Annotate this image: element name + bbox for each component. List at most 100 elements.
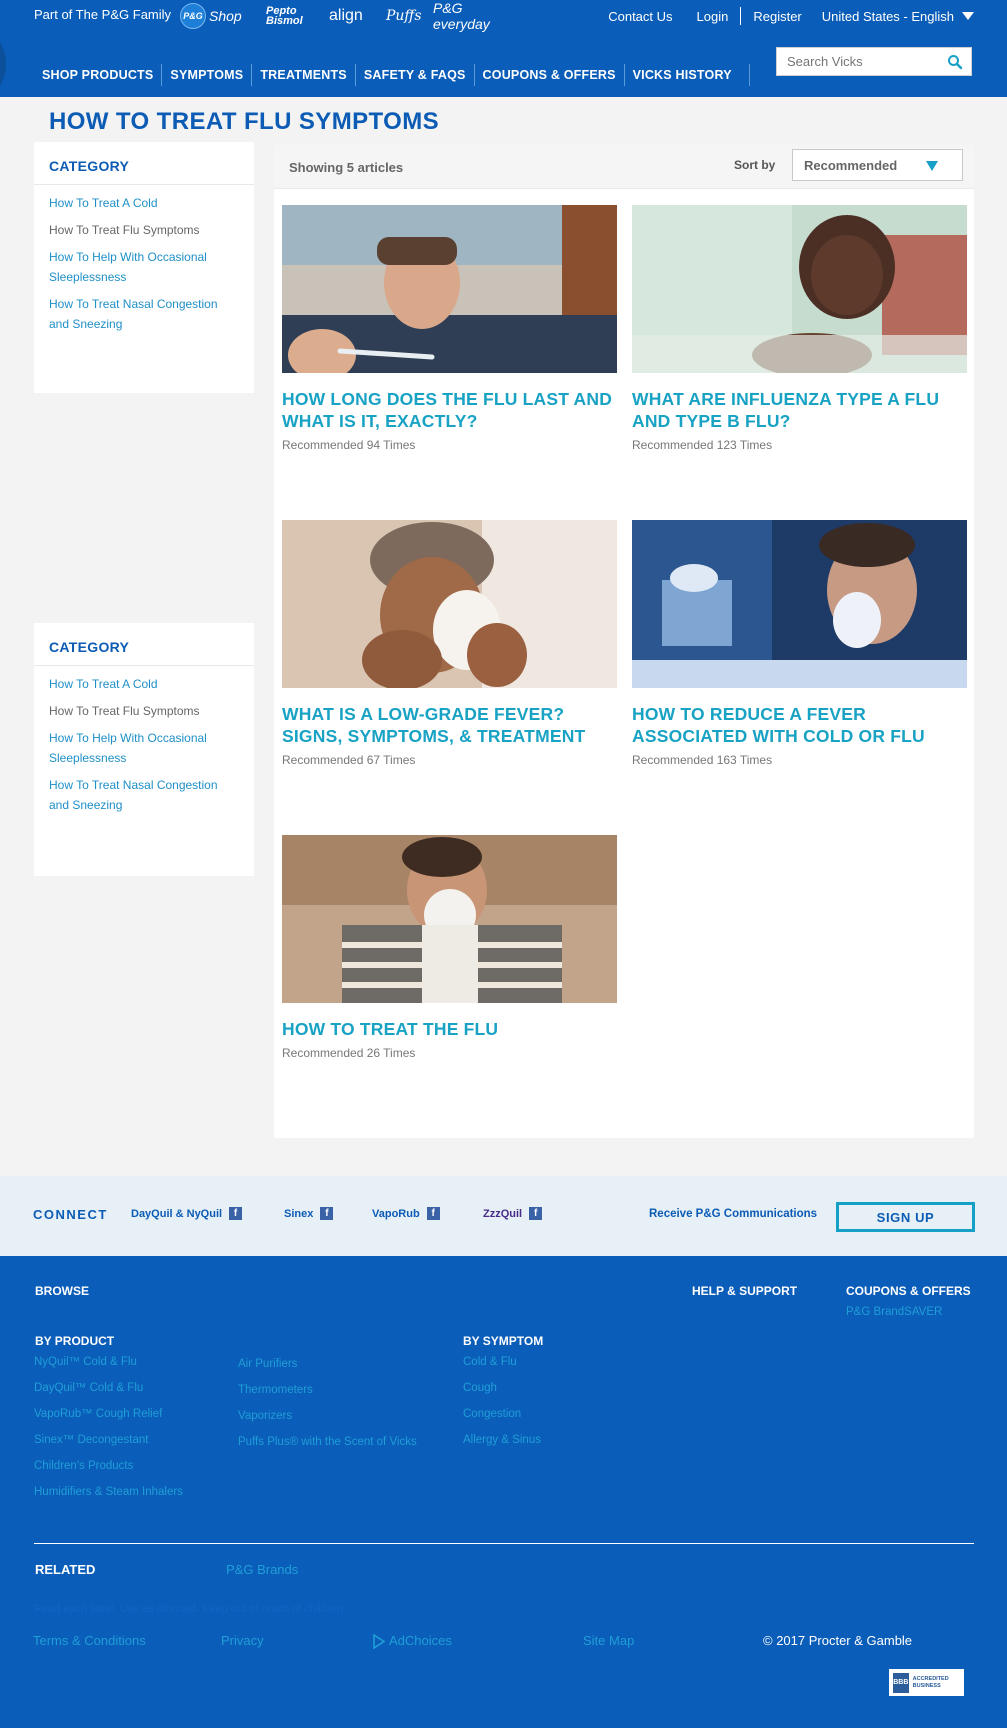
contact-us-link[interactable]: Contact Us bbox=[596, 9, 684, 24]
category-item-nasal-congestion[interactable]: How To Treat Nasal Congestion and Sneezi… bbox=[49, 294, 239, 334]
recommended-count: Recommended 123 Times bbox=[632, 438, 773, 452]
category-item-cold[interactable]: How To Treat A Cold bbox=[49, 674, 239, 694]
search-icon[interactable] bbox=[947, 54, 963, 70]
locale-selector[interactable]: United States - English bbox=[814, 9, 1007, 24]
footer-adchoices-link[interactable]: AdChoices bbox=[372, 1633, 452, 1650]
footer-product-link[interactable]: Humidifiers & Steam Inhalers bbox=[34, 1486, 183, 1498]
footer-product-link[interactable]: Puffs Plus® with the Scent of Vicks bbox=[238, 1436, 417, 1448]
facebook-icon[interactable]: f bbox=[426, 1207, 440, 1220]
article-image-man-blowing-nose[interactable] bbox=[282, 520, 617, 688]
footer-privacy-link[interactable]: Privacy bbox=[221, 1633, 264, 1648]
article-title[interactable]: What Is a Low-Grade Fever? Signs, Sympto… bbox=[282, 703, 617, 747]
article-listing: Showing 5 articles Sort by Recommended H… bbox=[274, 145, 974, 1138]
footer-symptom-link[interactable]: Congestion bbox=[463, 1408, 521, 1420]
site-footer: BROWSE HELP & SUPPORT COUPONS & OFFERS P… bbox=[0, 1256, 1007, 1728]
article-title[interactable]: How Long Does the Flu Last and What Is I… bbox=[282, 388, 617, 432]
article-card[interactable]: What Is a Low-Grade Fever? Signs, Sympto… bbox=[282, 520, 617, 767]
footer-product-link[interactable]: NyQuil™ Cold & Flu bbox=[34, 1356, 137, 1368]
category-panel: CATEGORY How To Treat A Cold How To Trea… bbox=[34, 142, 254, 393]
footer-symptom-link[interactable]: Allergy & Sinus bbox=[463, 1434, 541, 1446]
footer-product-link[interactable]: Vaporizers bbox=[238, 1410, 292, 1422]
footer-product-link[interactable]: VapoRub™ Cough Relief bbox=[34, 1408, 162, 1420]
category-item-sleeplessness[interactable]: How To Help With Occasional Sleeplessnes… bbox=[49, 728, 239, 768]
pg-family-label: Part of The P&G Family bbox=[34, 7, 172, 22]
article-image-man-tissue-night[interactable] bbox=[632, 520, 967, 688]
category-item-flu[interactable]: How To Treat Flu Symptoms bbox=[49, 701, 239, 721]
vicks-logo-edge[interactable] bbox=[0, 34, 6, 94]
sort-value: Recommended bbox=[804, 158, 898, 173]
footer-related-heading: RELATED bbox=[35, 1562, 96, 1577]
register-link[interactable]: Register bbox=[741, 9, 813, 24]
social-zzzquil[interactable]: ZzzQuil f bbox=[483, 1207, 543, 1220]
bbb-accredited-badge[interactable]: BBB ACCREDITED BUSINESS bbox=[889, 1669, 964, 1696]
article-card[interactable]: What Are Influenza Type A Flu and Type B… bbox=[632, 205, 967, 452]
chevron-down-icon bbox=[962, 12, 974, 20]
category-item-nasal-congestion[interactable]: How To Treat Nasal Congestion and Sneezi… bbox=[49, 775, 239, 815]
footer-sitemap-link[interactable]: Site Map bbox=[583, 1633, 634, 1648]
footer-help-heading[interactable]: HELP & SUPPORT bbox=[692, 1284, 797, 1298]
nav-treatments[interactable]: TREATMENTS bbox=[252, 64, 356, 86]
sort-label: Sort by bbox=[734, 158, 776, 172]
social-dayquil-nyquil[interactable]: DayQuil & NyQuil f bbox=[131, 1207, 243, 1220]
vaporub-logo: VapoRub bbox=[372, 1207, 420, 1220]
zzzquil-logo: ZzzQuil bbox=[483, 1207, 523, 1220]
recommended-count: Recommended 163 Times bbox=[632, 753, 773, 767]
bbb-badge-text: ACCREDITED BUSINESS bbox=[912, 1675, 949, 1689]
align-logo[interactable]: align bbox=[329, 4, 386, 28]
pg-brand-strip: P&G Shop Pepto Bismol align Puffs P&G ev… bbox=[180, 0, 523, 32]
recommended-count: Recommended 94 Times bbox=[282, 438, 416, 452]
category-item-cold[interactable]: How To Treat A Cold bbox=[49, 193, 239, 213]
social-sinex[interactable]: Sinex f bbox=[284, 1207, 334, 1220]
article-card[interactable]: How to Reduce a Fever Associated with Co… bbox=[632, 520, 967, 767]
footer-symptom-link[interactable]: Cold & Flu bbox=[463, 1356, 517, 1368]
pg-everyday-logo[interactable]: P&G everyday bbox=[433, 0, 523, 32]
sinex-logo: Sinex bbox=[284, 1207, 314, 1220]
article-card[interactable]: How to Treat the Flu Recommended 26 Time… bbox=[282, 835, 617, 1060]
article-image-man-thermometer[interactable] bbox=[282, 205, 617, 373]
article-title[interactable]: How to Reduce a Fever Associated with Co… bbox=[632, 703, 967, 747]
category-item-sleeplessness[interactable]: How To Help With Occasional Sleeplessnes… bbox=[49, 247, 239, 287]
article-card[interactable]: How Long Does the Flu Last and What Is I… bbox=[282, 205, 617, 452]
footer-link-brandsaver[interactable]: P&G BrandSAVER bbox=[846, 1306, 942, 1318]
search-box bbox=[776, 47, 972, 76]
facebook-icon[interactable]: f bbox=[529, 1207, 543, 1220]
footer-product-link[interactable]: Thermometers bbox=[238, 1384, 313, 1396]
nav-shop-products[interactable]: SHOP PRODUCTS bbox=[34, 64, 163, 86]
footer-product-link[interactable]: Air Purifiers bbox=[238, 1358, 297, 1370]
adchoices-label: AdChoices bbox=[389, 1633, 452, 1648]
article-title[interactable]: How to Treat the Flu bbox=[282, 1018, 617, 1040]
social-vaporub[interactable]: VapoRub f bbox=[372, 1207, 440, 1220]
category-item-flu[interactable]: How To Treat Flu Symptoms bbox=[49, 220, 239, 240]
chevron-down-icon bbox=[926, 161, 938, 171]
article-image-woman-in-bed[interactable] bbox=[632, 205, 967, 373]
footer-product-link[interactable]: Children's Products bbox=[34, 1460, 133, 1472]
pg-shop-logo[interactable]: P&G Shop bbox=[180, 3, 266, 29]
search-input[interactable] bbox=[777, 54, 937, 69]
article-title[interactable]: What Are Influenza Type A Flu and Type B… bbox=[632, 388, 967, 432]
sign-up-button[interactable]: SIGN UP bbox=[836, 1202, 975, 1232]
utility-links: Contact Us Login Register United States … bbox=[596, 7, 1007, 25]
puffs-logo[interactable]: Puffs bbox=[386, 4, 433, 28]
footer-product-link[interactable]: Sinex™ Decongestant bbox=[34, 1434, 148, 1446]
footer-pg-brands-link[interactable]: P&G Brands bbox=[226, 1562, 298, 1577]
article-image-man-blanket[interactable] bbox=[282, 835, 617, 1003]
nav-symptoms[interactable]: SYMPTOMS bbox=[162, 64, 253, 86]
pg-shop-disc: P&G bbox=[180, 3, 206, 29]
footer-symptom-link[interactable]: Cough bbox=[463, 1382, 497, 1394]
bbb-seal-icon: BBB bbox=[893, 1672, 909, 1693]
footer-browse-heading: BROWSE bbox=[35, 1284, 89, 1298]
footer-divider bbox=[34, 1543, 974, 1544]
pepto-bismol-logo[interactable]: Pepto Bismol bbox=[266, 4, 329, 28]
nav-coupons-offers[interactable]: COUPONS & OFFERS bbox=[475, 64, 625, 86]
footer-product-link[interactable]: DayQuil™ Cold & Flu bbox=[34, 1382, 143, 1394]
footer-coupons-heading[interactable]: COUPONS & OFFERS bbox=[846, 1284, 971, 1298]
footer-disclaimer: Read each label. Use as directed. Keep o… bbox=[34, 1603, 346, 1615]
nav-vicks-history[interactable]: VICKS HISTORY bbox=[625, 64, 750, 86]
login-link[interactable]: Login bbox=[685, 9, 741, 24]
nav-safety-faqs[interactable]: SAFETY & FAQS bbox=[356, 64, 475, 86]
footer-terms-link[interactable]: Terms & Conditions bbox=[33, 1633, 146, 1648]
facebook-icon[interactable]: f bbox=[229, 1207, 243, 1220]
facebook-icon[interactable]: f bbox=[320, 1207, 334, 1220]
copyright-text: © 2017 Procter & Gamble bbox=[763, 1633, 913, 1648]
sort-dropdown[interactable]: Recommended bbox=[792, 149, 963, 181]
